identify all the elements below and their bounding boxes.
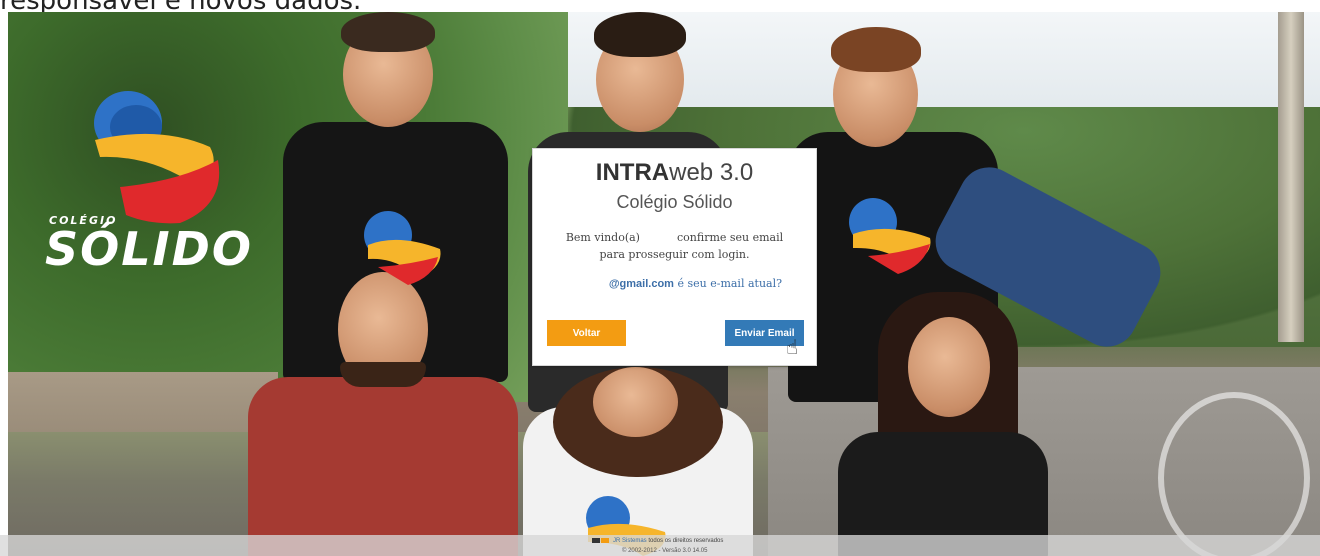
welcome-text: Bem vindo(a) bbox=[565, 231, 640, 244]
dialog-title-rest: web 3.0 bbox=[669, 159, 754, 186]
school-name-big: SÓLIDO bbox=[45, 222, 253, 276]
school-name: COLÉGIO SÓLIDO bbox=[45, 214, 253, 276]
student-bottom-left bbox=[168, 262, 528, 556]
footer-credit: JR Sistemas todos os direitos reservados bbox=[592, 537, 723, 544]
dialog-subtitle: Colégio Sólido bbox=[616, 192, 733, 212]
dialog-title: INTRAweb 3.0 bbox=[533, 159, 816, 187]
hand-pointer-icon: ☝ bbox=[786, 335, 799, 359]
email-confirm-dialog: INTRAweb 3.0 Colégio Sólido Bem vindo(a)… bbox=[532, 148, 817, 366]
utility-pole bbox=[1278, 12, 1304, 342]
dialog-message: Bem vindo(a) confirme seu email para pro… bbox=[553, 229, 796, 263]
student-bottom-right bbox=[818, 292, 1058, 556]
email-address: @gmail.com bbox=[608, 278, 674, 290]
dialog-title-bold: INTRA bbox=[595, 159, 670, 186]
email-question: @gmail.com é seu e-mail atual? bbox=[533, 277, 782, 290]
jr-sistemas-logo-icon bbox=[592, 538, 609, 543]
footer-brand-link[interactable]: JR Sistemas bbox=[613, 538, 647, 544]
back-button[interactable]: Voltar bbox=[547, 320, 626, 346]
footer-rights: todos os direitos reservados bbox=[648, 538, 724, 545]
shirt-logo-icon bbox=[849, 198, 931, 274]
footer-version: © 2002-2012 - Versão 3.0 14.05 bbox=[622, 548, 708, 554]
email-question-text: é seu e-mail atual? bbox=[677, 277, 782, 290]
shirt-logo-icon bbox=[364, 211, 441, 285]
